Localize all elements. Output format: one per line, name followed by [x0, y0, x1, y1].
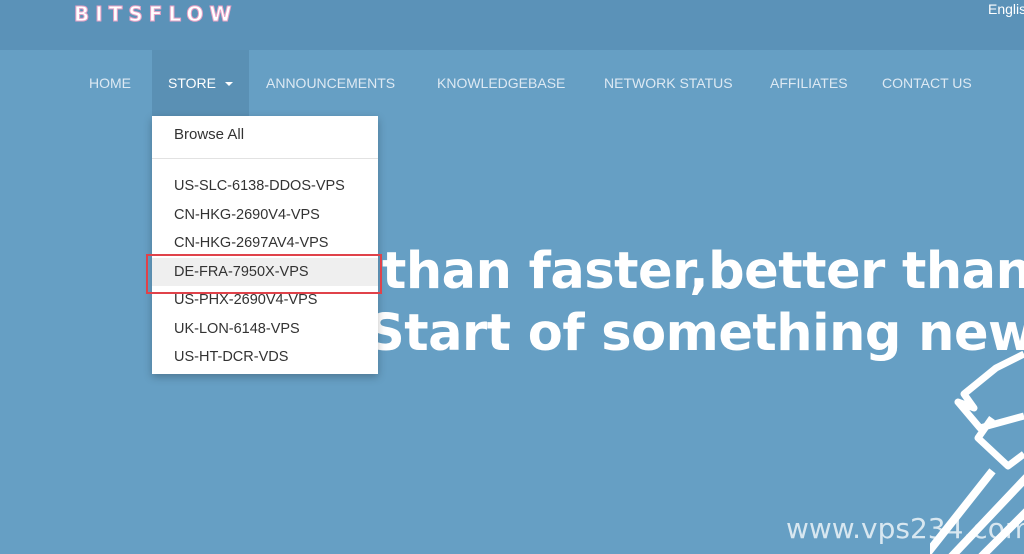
nav-store[interactable]: STORE [152, 50, 249, 116]
site-logo[interactable]: BITSFLOW [74, 2, 238, 27]
store-dropdown-menu: Browse All US-SLC-6138-DDOS-VPS CN-HKG-2… [146, 116, 382, 374]
nav-announcements[interactable]: ANNOUNCEMENTS [266, 50, 395, 116]
nav-network-status[interactable]: NETWORK STATUS [604, 50, 733, 116]
dropdown-item[interactable]: CN-HKG-2690V4-VPS [152, 201, 378, 230]
dropdown-item[interactable]: US-SLC-6138-DDOS-VPS [152, 172, 378, 201]
hero-headline: than faster,better than Start of somethi… [368, 236, 1024, 376]
dropdown-product-list: US-SLC-6138-DDOS-VPS CN-HKG-2690V4-VPS C… [146, 172, 382, 372]
dropdown-item[interactable]: US-HT-DCR-VDS [152, 343, 378, 372]
watermark-text: www.vps234.com [786, 512, 1024, 545]
language-selector[interactable]: English [988, 1, 1024, 17]
nav-home[interactable]: HOME [89, 50, 131, 116]
dropdown-item[interactable]: CN-HKG-2697AV4-VPS [152, 229, 378, 258]
dropdown-divider [152, 158, 378, 159]
dropdown-item[interactable]: US-PHX-2690V4-VPS [152, 286, 378, 315]
nav-affiliates[interactable]: AFFILIATES [770, 50, 848, 116]
nav-store-label: STORE [168, 75, 216, 91]
dropdown-item[interactable]: UK-LON-6148-VPS [152, 315, 378, 344]
nav-knowledgebase[interactable]: KNOWLEDGEBASE [437, 50, 565, 116]
dropdown-browse-all[interactable]: Browse All [174, 126, 244, 143]
caret-down-icon [224, 82, 233, 87]
hero-line-1: than faster,better than [382, 242, 1024, 301]
main-nav: HOME STORE ANNOUNCEMENTS KNOWLEDGEBASE N… [0, 50, 1024, 116]
top-bar: BITSFLOW English [0, 0, 1024, 50]
dropdown-item-highlighted[interactable]: DE-FRA-7950X-VPS [146, 253, 382, 293]
hero-line-2: Start of something new [368, 304, 1024, 363]
nav-contact-us[interactable]: CONTACT US [882, 50, 972, 116]
